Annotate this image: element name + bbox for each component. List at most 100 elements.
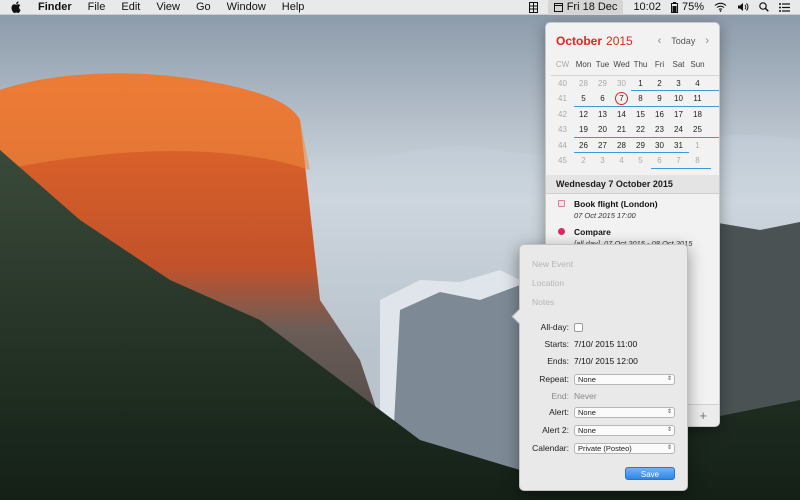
day-cell[interactable]: 17 [669, 110, 688, 119]
day-cell[interactable]: 8 [688, 156, 707, 165]
day-cell[interactable]: 30 [650, 141, 669, 150]
day-cell[interactable]: 4 [688, 79, 707, 88]
menu-view[interactable]: View [148, 0, 188, 15]
save-button[interactable]: Save [625, 467, 675, 480]
day-cell[interactable]: 26 [574, 141, 593, 150]
calendar-select[interactable]: Private (Posteo) ⇕ [574, 442, 675, 454]
allday-label: All-day: [540, 322, 569, 332]
notes-input[interactable]: Notes [532, 297, 554, 307]
previous-month-icon[interactable]: ‹ [658, 35, 662, 47]
menu-time[interactable]: 10:02 [633, 0, 661, 15]
day-cell[interactable]: 23 [650, 125, 669, 134]
alert-select[interactable]: None ⇕ [574, 406, 675, 418]
day-cell[interactable]: 6 [593, 94, 612, 103]
day-cell[interactable]: 11 [688, 94, 707, 103]
repeat-select[interactable]: None ⇕ [574, 373, 675, 385]
apple-icon[interactable] [10, 0, 22, 14]
day-cell[interactable]: 31 [669, 141, 688, 150]
day-cell[interactable]: 6 [650, 156, 669, 165]
year-title: 2015 [606, 34, 633, 48]
day-cell[interactable]: 29 [593, 79, 612, 88]
week-number: 44 [558, 140, 567, 150]
month-title: October [556, 34, 603, 48]
week-number: 43 [558, 125, 567, 135]
day-cell[interactable]: 3 [593, 156, 612, 165]
starts-field[interactable]: 7/10/ 2015 11:00 [574, 339, 637, 349]
notification-center-icon[interactable] [779, 2, 790, 12]
menu-help[interactable]: Help [274, 0, 313, 15]
calendar-row: Calendar: Private (Posteo) ⇕ [520, 441, 687, 455]
reminder-checkbox-icon[interactable] [558, 199, 565, 207]
chevron-updown-icon: ⇕ [666, 375, 672, 382]
menu-edit[interactable]: Edit [113, 0, 148, 15]
menu-app-name[interactable]: Finder [30, 0, 80, 15]
day-cell[interactable]: 20 [593, 125, 612, 134]
day-cell[interactable]: 5 [631, 156, 650, 165]
day-cell[interactable]: 28 [612, 141, 631, 150]
end-label: End: [551, 391, 570, 401]
day-cell[interactable]: 18 [688, 110, 707, 119]
alert-label: Alert: [549, 407, 569, 417]
day-cell[interactable]: 22 [631, 125, 650, 134]
day-cell[interactable]: 29 [631, 141, 650, 150]
add-event-button[interactable]: + [699, 408, 707, 423]
menu-go[interactable]: Go [188, 0, 219, 15]
event-item[interactable]: Book flight (London) 07 Oct 2015 17:00 [546, 194, 719, 222]
alert-value: None [578, 407, 596, 417]
day-cell[interactable]: 28 [574, 79, 593, 88]
ends-row: Ends: 7/10/ 2015 12:00 [520, 354, 687, 368]
day-cell[interactable]: 12 [574, 110, 593, 119]
day-cell[interactable]: 2 [574, 156, 593, 165]
repeat-row: Repeat: None ⇕ [520, 372, 687, 386]
end-value[interactable]: Never [574, 391, 597, 401]
today-day-number: 7 [615, 92, 628, 106]
day-cell[interactable]: 25 [688, 125, 707, 134]
day-cell[interactable]: 30 [612, 79, 631, 88]
day-cell[interactable]: 1 [688, 141, 707, 150]
weekday-header-row: CW Mon Tue Wed Thu Fri Sat Sun [551, 57, 719, 73]
volume-icon[interactable] [737, 2, 749, 12]
event-title: Book flight (London) [574, 198, 658, 209]
day-cell[interactable]: 16 [650, 110, 669, 119]
day-cell[interactable]: 9 [650, 94, 669, 103]
allday-row: All-day: [520, 320, 687, 334]
day-cell[interactable]: 4 [612, 156, 631, 165]
day-cell[interactable]: 13 [593, 110, 612, 119]
event-title-input[interactable]: New Event [532, 259, 573, 269]
starts-label: Starts: [544, 339, 569, 349]
day-cell[interactable]: 19 [574, 125, 593, 134]
ends-field[interactable]: 7/10/ 2015 12:00 [574, 356, 638, 366]
day-cell[interactable]: 15 [631, 110, 650, 119]
day-cell[interactable]: 27 [593, 141, 612, 150]
wifi-icon[interactable] [714, 2, 727, 12]
week-row: 42 12 13 14 15 16 17 18 [551, 107, 719, 123]
allday-checkbox[interactable] [574, 322, 583, 332]
day-cell[interactable]: 8 [631, 94, 650, 103]
menu-file[interactable]: File [80, 0, 114, 15]
calendar-label: Calendar: [532, 443, 569, 453]
day-cell[interactable]: 3 [669, 79, 688, 88]
week-row: 41 5 6 7 8 9 10 11 [551, 91, 719, 107]
day-cell[interactable]: 2 [650, 79, 669, 88]
battery-status[interactable]: 75% [670, 0, 704, 15]
day-cell[interactable]: 1 [631, 79, 650, 88]
repeat-label: Repeat: [539, 374, 569, 384]
calendar-clock-menu[interactable]: Fri 18 Dec [547, 0, 624, 15]
calendar-value: Private (Posteo) [578, 443, 632, 453]
day-cell[interactable]: 10 [669, 94, 688, 103]
week-row: 40 28 29 30 1 2 3 4 [551, 76, 719, 91]
next-month-icon[interactable]: › [705, 35, 709, 47]
alert2-select[interactable]: None ⇕ [574, 424, 675, 436]
day-cell[interactable]: 5 [574, 94, 593, 103]
day-cell[interactable]: 21 [612, 125, 631, 134]
day-cell[interactable]: 7 [669, 156, 688, 165]
day-cell-today[interactable]: 7 [612, 92, 631, 106]
today-button[interactable]: Today [671, 36, 695, 46]
location-input[interactable]: Location [532, 278, 564, 288]
day-cell[interactable]: 24 [669, 125, 688, 134]
menu-window[interactable]: Window [219, 0, 274, 15]
grid-status-icon[interactable] [528, 1, 538, 13]
spotlight-search-icon[interactable] [759, 2, 769, 12]
cw-header: CW [555, 60, 570, 70]
day-cell[interactable]: 14 [612, 110, 631, 119]
